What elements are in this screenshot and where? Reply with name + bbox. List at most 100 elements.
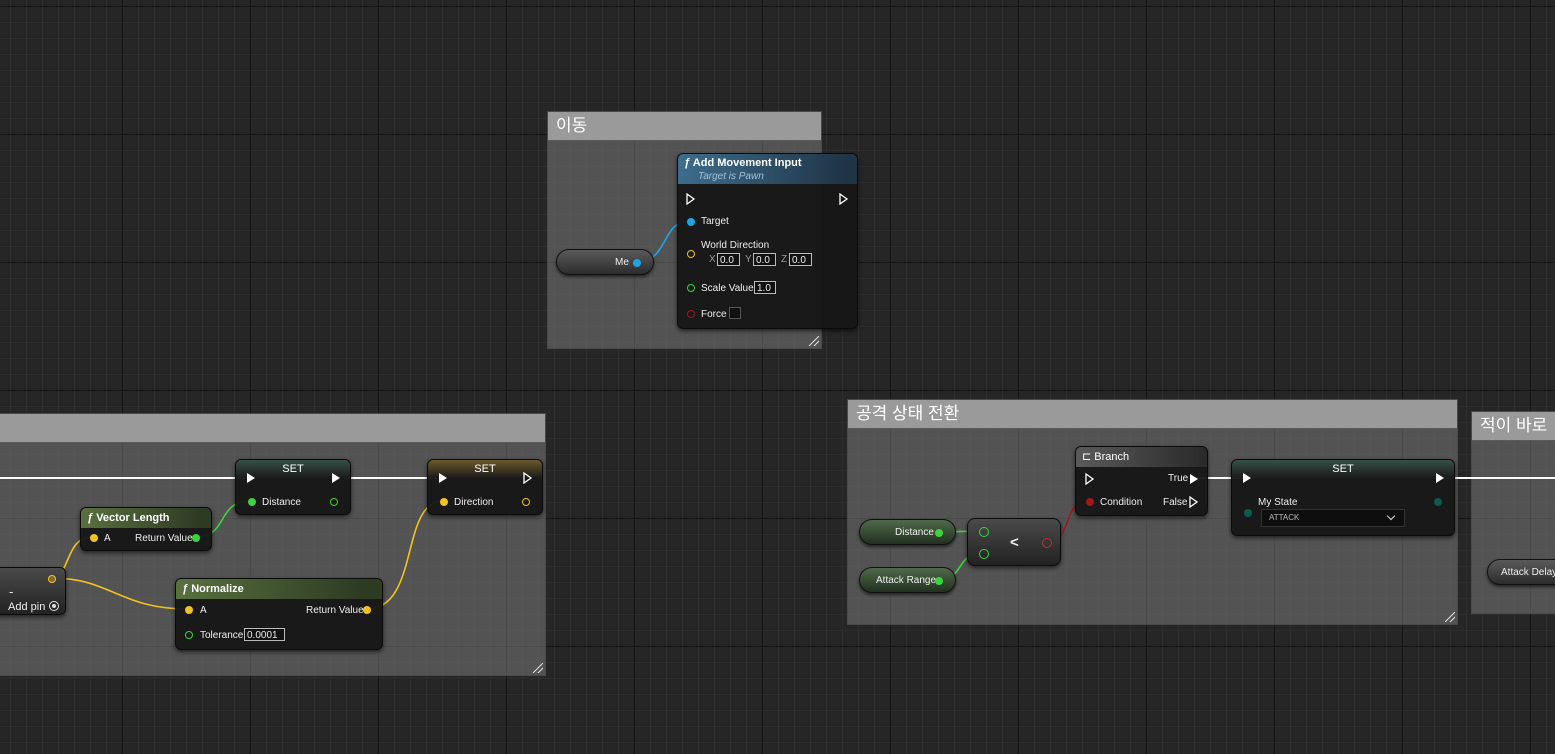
add-movement-input-header[interactable]: ƒ Add Movement Input Target is Pawn xyxy=(678,154,857,184)
set-my-state-header[interactable]: SET xyxy=(1232,460,1454,478)
set-direction-node[interactable]: SET Direction xyxy=(427,459,543,515)
comment-title-attack[interactable]: 공격 상태 전환 xyxy=(848,400,1457,429)
attack-range-getter-label: Attack Range xyxy=(876,575,937,586)
set-direction-input-pin[interactable] xyxy=(440,498,448,506)
add-pin-label[interactable]: Add pin xyxy=(8,601,45,613)
vector-length-title: Vector Length xyxy=(96,512,170,524)
my-state-dropdown[interactable]: ATTACK xyxy=(1261,509,1405,527)
me-label: Me xyxy=(615,257,629,268)
z-input[interactable]: 0.0 xyxy=(789,253,812,266)
less-than-symbol: < xyxy=(1010,534,1019,551)
vector-length-header[interactable]: ƒ Vector Length xyxy=(81,508,211,528)
scale-value-pin[interactable] xyxy=(687,284,695,292)
add-movement-input-title: Add Movement Input xyxy=(692,157,802,169)
normalize-a-pin[interactable] xyxy=(185,606,193,614)
set-distance-exec-out[interactable] xyxy=(332,473,340,483)
branch-icon: ⊏ xyxy=(1082,451,1092,463)
set-distance-input-pin[interactable] xyxy=(248,498,256,506)
normalize-return-pin[interactable] xyxy=(363,606,371,614)
exec-out-pin[interactable] xyxy=(839,193,849,205)
normalize-header[interactable]: ƒ Normalize xyxy=(176,579,382,599)
vector-length-a-pin[interactable] xyxy=(90,534,98,542)
function-icon: ƒ xyxy=(87,512,94,524)
branch-exec-in[interactable] xyxy=(1085,473,1095,485)
branch-header[interactable]: ⊏ Branch xyxy=(1076,447,1207,467)
branch-true-pin[interactable] xyxy=(1190,474,1198,484)
set-my-state-node[interactable]: SET My State ATTACK xyxy=(1231,459,1455,536)
attack-range-getter-node[interactable]: Attack Range xyxy=(859,567,956,593)
add-pin-icon[interactable] xyxy=(49,601,59,611)
function-icon: ƒ xyxy=(182,583,189,595)
set-distance-exec-in[interactable] xyxy=(247,473,255,483)
branch-title: Branch xyxy=(1094,451,1130,463)
branch-true-label: True xyxy=(1168,473,1189,484)
vector-length-return-label: Return Value xyxy=(135,533,193,544)
subtract-output-pin[interactable] xyxy=(48,575,56,583)
comment-title-left[interactable] xyxy=(0,414,545,443)
normalize-a-label: A xyxy=(200,605,207,616)
branch-condition-pin[interactable] xyxy=(1086,498,1094,506)
set-direction-output-pin[interactable] xyxy=(522,498,530,506)
branch-false-label: False xyxy=(1163,497,1188,508)
tolerance-input[interactable]: 0.0001 xyxy=(244,628,285,641)
chevron-down-icon xyxy=(1386,511,1396,521)
set-direction-exec-in[interactable] xyxy=(439,473,447,483)
set-distance-output-pin[interactable] xyxy=(330,498,338,506)
distance-getter-pin[interactable] xyxy=(935,529,943,537)
comment-title-right[interactable]: 적이 바로 xyxy=(1472,412,1555,441)
set-distance-label: Distance xyxy=(262,497,301,508)
normalize-node[interactable]: ƒ Normalize A Return Value Tolerance 0.0… xyxy=(175,578,383,650)
distance-getter-label: Distance xyxy=(895,527,934,538)
attack-range-getter-pin[interactable] xyxy=(935,577,943,585)
resize-grip-icon[interactable] xyxy=(1445,612,1455,622)
set-direction-label: Direction xyxy=(454,497,494,508)
force-label: Force xyxy=(701,309,727,320)
attack-delay-label: Attack Delay xyxy=(1501,567,1555,578)
force-pin[interactable] xyxy=(687,310,695,318)
vector-length-return-pin[interactable] xyxy=(192,534,200,542)
less-than-output-pin[interactable] xyxy=(1042,538,1052,548)
less-than-node[interactable]: < xyxy=(967,518,1061,566)
set-my-state-exec-in[interactable] xyxy=(1243,473,1251,483)
set-direction-exec-out[interactable] xyxy=(523,472,533,484)
my-state-label: My State xyxy=(1258,497,1298,508)
scale-value-label: Scale Value xyxy=(701,283,754,294)
subtract-symbol: - xyxy=(9,584,14,599)
distance-getter-node[interactable]: Distance xyxy=(859,519,956,545)
normalize-return-label: Return Value xyxy=(306,605,364,616)
me-node[interactable]: Me xyxy=(556,249,654,275)
comment-title-move[interactable]: 이동 xyxy=(548,112,821,141)
branch-condition-label: Condition xyxy=(1100,497,1143,508)
vector-length-a-label: A xyxy=(104,533,111,544)
add-movement-input-subtitle: Target is Pawn xyxy=(698,171,764,182)
attack-delay-getter-node[interactable]: Attack Delay xyxy=(1487,559,1555,585)
exec-in-pin[interactable] xyxy=(686,193,696,205)
my-state-input-pin[interactable] xyxy=(1244,509,1252,517)
y-label: Y xyxy=(745,254,752,265)
x-label: X xyxy=(709,254,716,265)
x-input[interactable]: 0.0 xyxy=(717,253,740,266)
add-movement-input-node[interactable]: ƒ Add Movement Input Target is Pawn Targ… xyxy=(677,153,858,329)
set-my-state-exec-out[interactable] xyxy=(1436,473,1444,483)
tolerance-label: Tolerance xyxy=(200,630,244,641)
tolerance-pin[interactable] xyxy=(185,631,193,639)
branch-node[interactable]: ⊏ Branch True Condition False xyxy=(1075,446,1208,516)
me-output-pin[interactable] xyxy=(633,259,641,267)
subtract-node[interactable]: - Add pin xyxy=(0,567,66,615)
less-than-a-pin[interactable] xyxy=(979,527,989,537)
resize-grip-icon[interactable] xyxy=(809,336,819,346)
resize-grip-icon[interactable] xyxy=(533,663,543,673)
less-than-b-pin[interactable] xyxy=(979,549,989,559)
my-state-dropdown-value: ATTACK xyxy=(1269,513,1300,522)
set-distance-node[interactable]: SET Distance xyxy=(235,459,351,515)
branch-false-pin[interactable] xyxy=(1189,496,1199,508)
world-direction-pin[interactable] xyxy=(687,250,695,258)
force-checkbox[interactable] xyxy=(729,307,741,319)
y-input[interactable]: 0.0 xyxy=(753,253,776,266)
scale-value-input[interactable]: 1.0 xyxy=(754,281,776,294)
my-state-output-pin[interactable] xyxy=(1434,498,1442,506)
normalize-title: Normalize xyxy=(191,583,244,595)
target-pin[interactable] xyxy=(687,218,695,226)
vector-length-node[interactable]: ƒ Vector Length A Return Value xyxy=(80,507,212,551)
function-icon: ƒ xyxy=(684,157,691,169)
